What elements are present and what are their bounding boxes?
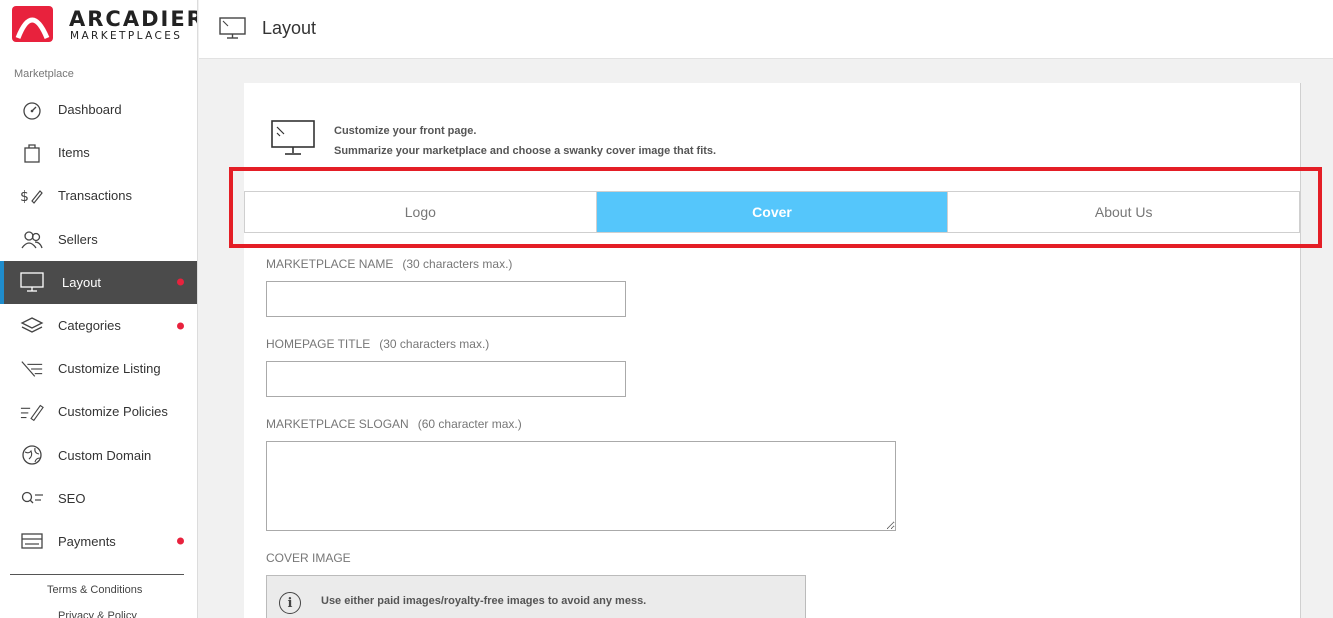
sidebar-nav: Dashboard Items $ Transactions Sellers L…	[0, 88, 197, 563]
sidebar-item-label: Payments	[58, 533, 116, 549]
sidebar-item-customize-policies[interactable]: Customize Policies	[0, 390, 197, 433]
customize-policies-icon	[20, 401, 44, 423]
sidebar-item-label: Transactions	[58, 188, 132, 204]
page-header: Layout	[199, 0, 1333, 59]
homepage-title-label: HOMEPAGE TITLE (30 characters max.)	[266, 337, 489, 351]
brand-name: ARCADIER	[69, 7, 198, 31]
page-title: Layout	[262, 18, 317, 38]
layout-panel: Customize your front page. Summarize you…	[244, 83, 1301, 618]
payments-icon	[20, 530, 44, 552]
sidebar-item-label: Sellers	[58, 231, 98, 247]
sidebar-item-label: Dashboard	[58, 102, 122, 118]
field-hint: (60 character max.)	[417, 417, 522, 431]
sidebar-item-transactions[interactable]: $ Transactions	[0, 174, 197, 217]
sidebar-item-label: Items	[58, 145, 90, 161]
intro-line-2: Summarize your marketplace and choose a …	[334, 145, 717, 157]
homepage-title-input[interactable]	[266, 361, 626, 397]
sidebar-item-label: Customize Policies	[58, 404, 168, 420]
notification-dot	[177, 322, 184, 330]
sidebar-item-custom-domain[interactable]: Custom Domain	[0, 434, 197, 477]
monitor-icon	[271, 120, 315, 155]
sidebar-item-label: Layout	[62, 274, 102, 290]
monitor-icon	[20, 271, 44, 293]
brand-logo[interactable]: ARCADIER MARKETPLACES	[12, 6, 197, 46]
transactions-icon: $	[20, 185, 44, 207]
brand-subtitle: MARKETPLACES	[70, 30, 183, 42]
sidebar-item-label: SEO	[58, 490, 86, 506]
globe-icon	[20, 444, 44, 466]
sidebar-item-customize-listing[interactable]: Customize Listing	[0, 347, 197, 390]
terms-link[interactable]: Terms & Conditions	[47, 584, 142, 596]
sidebar-item-dashboard[interactable]: Dashboard	[0, 88, 197, 131]
sidebar-item-items[interactable]: Items	[0, 131, 197, 174]
layers-icon	[20, 315, 44, 337]
sidebar-item-label: Customize Listing	[58, 361, 161, 377]
cover-image-info-box: i Use either paid images/royalty-free im…	[266, 575, 806, 618]
dashboard-icon	[20, 99, 44, 121]
customize-listing-icon	[20, 358, 44, 380]
sidebar: ARCADIER MARKETPLACES Marketplace Dashbo…	[0, 0, 198, 618]
marketplace-name-label: MARKETPLACE NAME (30 characters max.)	[266, 257, 512, 271]
tab-about-us[interactable]: About Us	[948, 192, 1300, 232]
info-icon: i	[279, 592, 301, 614]
sidebar-section-label: Marketplace	[14, 68, 74, 80]
sidebar-item-payments[interactable]: Payments	[0, 520, 197, 563]
marketplace-name-input[interactable]	[266, 281, 626, 317]
seo-icon	[20, 487, 44, 509]
notification-dot	[177, 537, 184, 545]
sellers-icon	[20, 228, 44, 250]
field-label-text: MARKETPLACE NAME	[266, 257, 394, 271]
monitor-icon	[219, 17, 246, 39]
sidebar-item-sellers[interactable]: Sellers	[0, 218, 197, 261]
field-label-text: MARKETPLACE SLOGAN	[266, 417, 409, 431]
notification-dot	[177, 278, 184, 286]
items-bag-icon	[20, 142, 44, 164]
field-hint: (30 characters max.)	[402, 257, 513, 271]
sidebar-item-categories[interactable]: Categories	[0, 304, 197, 347]
arcadier-logo-icon	[12, 6, 53, 42]
tab-logo[interactable]: Logo	[245, 192, 597, 232]
tab-cover[interactable]: Cover	[596, 192, 949, 232]
marketplace-slogan-label: MARKETPLACE SLOGAN (60 character max.)	[266, 417, 522, 431]
sidebar-item-layout[interactable]: Layout	[0, 260, 197, 304]
field-hint: (30 characters max.)	[379, 337, 490, 351]
intro-text: Customize your front page. Summarize you…	[334, 121, 716, 161]
sidebar-item-seo[interactable]: SEO	[0, 477, 197, 520]
sidebar-item-label: Custom Domain	[58, 447, 152, 463]
cover-image-label: COVER IMAGE	[266, 551, 351, 565]
sidebar-item-label: Categories	[58, 318, 121, 334]
marketplace-slogan-textarea[interactable]	[266, 441, 896, 531]
privacy-link[interactable]: Privacy & Policy	[58, 610, 137, 618]
svg-text:$: $	[20, 189, 29, 205]
sidebar-divider	[10, 574, 184, 575]
field-label-text: HOMEPAGE TITLE	[266, 337, 371, 351]
info-text: Use either paid images/royalty-free imag…	[321, 595, 647, 607]
layout-tabs: Logo Cover About Us	[244, 191, 1300, 233]
intro-line-1: Customize your front page.	[334, 125, 477, 137]
